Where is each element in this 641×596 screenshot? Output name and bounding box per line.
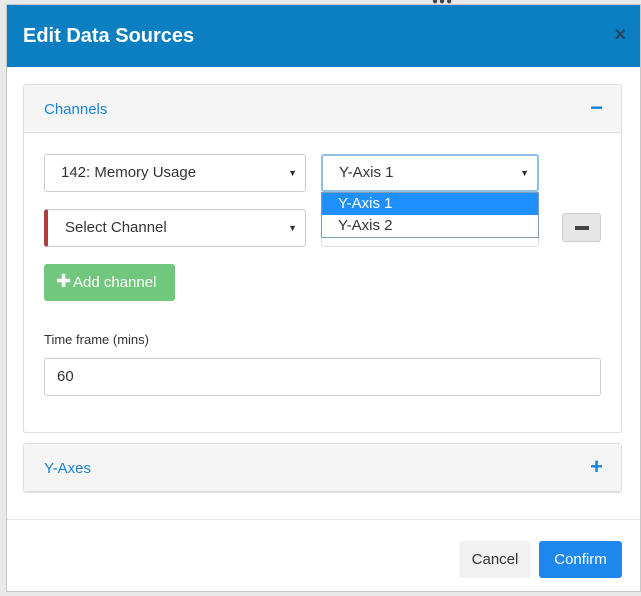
close-icon[interactable]: × (614, 25, 626, 45)
collapse-icon[interactable]: − (590, 95, 603, 121)
modal-title: Edit Data Sources (23, 25, 195, 47)
channels-panel-heading[interactable]: Channels − (24, 85, 621, 133)
axis-option-1[interactable]: Y-Axis 1 (322, 193, 538, 215)
yaxes-panel-title[interactable]: Y-Axes (44, 460, 91, 477)
channels-panel: Channels − 142: Memory Usage ▼ Y-Axis 1 … (23, 84, 622, 433)
axis-option-2[interactable]: Y-Axis 2 (322, 215, 538, 237)
confirm-button[interactable]: Confirm (539, 541, 622, 578)
expand-icon[interactable]: + (590, 454, 603, 480)
channel-select-2-value: Select Channel (65, 219, 167, 236)
channel-select-1[interactable]: 142: Memory Usage ▼ (44, 154, 306, 192)
yaxes-panel-heading[interactable]: Y-Axes + (24, 444, 621, 492)
timeframe-input[interactable]: 60 (44, 358, 601, 396)
add-channel-label: Add channel (73, 274, 157, 291)
caret-down-icon: ▼ (288, 168, 297, 178)
minus-icon (575, 226, 589, 230)
modal-body: Channels − 142: Memory Usage ▼ Y-Axis 1 … (7, 67, 640, 519)
remove-channel-button[interactable] (562, 213, 601, 242)
timeframe-label: Time frame (mins) (44, 332, 149, 347)
axis-select-1-value: Y-Axis 1 (339, 164, 394, 181)
plus-icon: ✚ (56, 271, 72, 291)
channel-select-1-value: 142: Memory Usage (61, 164, 197, 181)
modal-footer: Cancel Confirm (7, 519, 640, 591)
axis-dropdown-list: Y-Axis 1 Y-Axis 2 (321, 192, 539, 238)
edit-data-sources-modal: Edit Data Sources × Channels − 142: Memo… (6, 4, 641, 592)
cancel-button[interactable]: Cancel (459, 541, 531, 578)
channel-select-2[interactable]: Select Channel ▼ (44, 209, 306, 247)
axis-select-1[interactable]: Y-Axis 1 ▼ (321, 154, 539, 192)
add-channel-button[interactable]: ✚ Add channel (44, 264, 175, 301)
modal-header: Edit Data Sources × (7, 5, 640, 67)
caret-down-icon: ▼ (520, 168, 529, 178)
channels-panel-title[interactable]: Channels (44, 101, 107, 118)
yaxes-panel: Y-Axes + (23, 443, 622, 493)
caret-down-icon: ▼ (288, 223, 297, 233)
